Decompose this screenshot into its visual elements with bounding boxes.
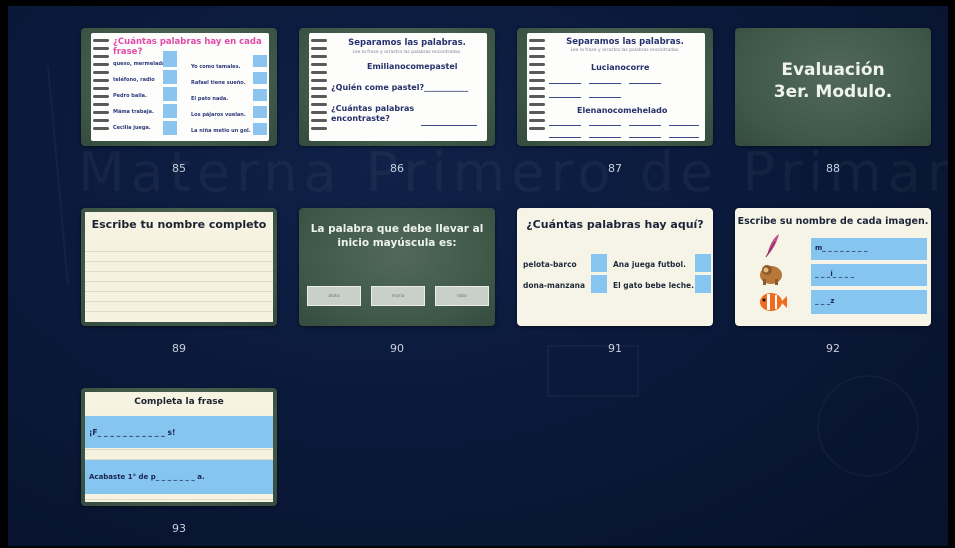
slide-93[interactable]: Completa la frase ¡F_ _ _ _ _ _ _ _ _ _ … bbox=[81, 388, 277, 506]
slide-title: Escribe tu nombre completo bbox=[91, 218, 267, 231]
slide-number: 85 bbox=[172, 162, 186, 175]
slide-heading: 3er. Modulo. bbox=[773, 82, 893, 102]
answer-box[interactable] bbox=[591, 254, 607, 272]
list-item: teléfono, radio bbox=[113, 77, 155, 83]
question: ¿Quién come pastel?___________ bbox=[331, 83, 469, 92]
option-maria[interactable]: maria bbox=[371, 286, 425, 306]
answer-box[interactable] bbox=[695, 254, 711, 272]
phrase: Lucianocorre bbox=[591, 63, 650, 72]
lined-paper: Escribe tu nombre completo bbox=[85, 212, 273, 322]
slide-86[interactable]: Separamos las palabras. Lee la frase y a… bbox=[299, 28, 495, 146]
slide-number: 88 bbox=[826, 162, 840, 175]
slide-title: ¿Cuántas palabras hay en cada frase? bbox=[113, 37, 262, 57]
answer-box bbox=[253, 72, 267, 84]
answer-box bbox=[253, 123, 267, 135]
monkey-icon bbox=[760, 265, 782, 285]
list-item: El gato bebe leche. bbox=[613, 281, 694, 290]
slide-89[interactable]: Escribe tu nombre completo bbox=[81, 208, 277, 326]
answer-box bbox=[163, 70, 177, 84]
slide-85[interactable]: ¿Cuántas palabras hay en cada frase? que… bbox=[81, 28, 277, 146]
list-item: Cecilia juega. bbox=[113, 125, 151, 131]
slide-title: Separamos las palabras. bbox=[566, 37, 684, 47]
slide-title: Completa la frase bbox=[134, 397, 224, 407]
feather-icon bbox=[765, 234, 779, 258]
answer-box[interactable] bbox=[695, 275, 711, 293]
option-lobo[interactable]: lobo bbox=[435, 286, 489, 306]
slide-title: Separamos las palabras. bbox=[348, 38, 466, 48]
list-item: pelota-barco bbox=[523, 260, 577, 269]
list-item: El pato nada. bbox=[191, 96, 229, 102]
slide-sorter-canvas: Materna Primero de Primaria ¿Cuántas pal… bbox=[8, 6, 948, 546]
list-item: queso, mermelada bbox=[113, 61, 166, 67]
blank-text: m_ _ _ _ _ _ _ _ bbox=[815, 244, 868, 252]
answer-line bbox=[421, 125, 477, 126]
list-item: Máma trabaja. bbox=[113, 109, 154, 115]
spiral-rings bbox=[529, 39, 547, 135]
slide-87[interactable]: Separamos las palabras. Lee la frase y a… bbox=[517, 28, 713, 146]
list-item: Pedro baila. bbox=[113, 93, 147, 99]
slide-title: Escribe su nombre de cada imagen. bbox=[737, 216, 929, 227]
list-item: dona-manzana bbox=[523, 281, 586, 290]
notebook-page: Separamos las palabras. Lee la frase y a… bbox=[309, 33, 487, 141]
answer-box bbox=[163, 51, 177, 67]
slide-subtitle: Lee la frase y arrastra las palabras enc… bbox=[352, 50, 462, 55]
slide-number: 92 bbox=[826, 342, 840, 355]
fish-icon bbox=[760, 293, 787, 311]
phrase: Elenanocomehelado bbox=[577, 106, 668, 115]
slide-number: 90 bbox=[390, 342, 404, 355]
list-item: Los pájaros vuelan. bbox=[191, 112, 246, 118]
answer-box bbox=[253, 106, 267, 118]
lined-paper: Completa la frase ¡F_ _ _ _ _ _ _ _ _ _ … bbox=[85, 392, 273, 502]
spiral-rings bbox=[93, 39, 111, 135]
answer-box bbox=[253, 89, 267, 101]
slide-88[interactable]: Evaluación 3er. Modulo. bbox=[735, 28, 931, 146]
slide-number: 86 bbox=[390, 162, 404, 175]
slide-number: 91 bbox=[608, 342, 622, 355]
slide-title: La palabra que debe llevar al inicio may… bbox=[310, 223, 484, 249]
slide-number: 93 bbox=[172, 522, 186, 535]
option-aloto[interactable]: aloto bbox=[307, 286, 361, 306]
writing-lines bbox=[85, 242, 273, 318]
blank-text: _ _ _z bbox=[815, 297, 835, 305]
slide-90[interactable]: La palabra que debe llevar al inicio may… bbox=[299, 208, 495, 326]
answer-box bbox=[163, 104, 177, 118]
list-item: Rafael tiene sueño. bbox=[191, 80, 246, 86]
slide-subtitle: Lee la frase y arrastra las palabras enc… bbox=[570, 48, 680, 53]
list-item: Ana juega futbol. bbox=[613, 260, 686, 269]
answer-box bbox=[253, 55, 267, 67]
phrase-line: ¡F_ _ _ _ _ _ _ _ _ _ _ s! bbox=[89, 428, 176, 437]
question: ¿Cuántas palabras encontraste? bbox=[331, 104, 415, 123]
phrase: Emilianocomepastel bbox=[367, 62, 458, 71]
slide-91[interactable]: ¿Cuántas palabras hay aquí? pelota-barco… bbox=[517, 208, 713, 326]
slide-heading: Evaluación bbox=[781, 60, 885, 80]
list-item: La niña metio un gol. bbox=[191, 128, 251, 134]
answer-box[interactable] bbox=[591, 275, 607, 293]
blank-text: _ _ _i_ _ _ _ bbox=[815, 270, 855, 278]
notebook-page: ¿Cuántas palabras hay en cada frase? que… bbox=[91, 33, 269, 141]
phrase-line: Acabaste 1° de p_ _ _ _ _ _ _ a. bbox=[89, 473, 205, 481]
list-item: Yo como tamales. bbox=[191, 64, 241, 70]
answer-box bbox=[163, 121, 177, 135]
slide-title: ¿Cuántas palabras hay aquí? bbox=[526, 218, 704, 231]
slide-number: 87 bbox=[608, 162, 622, 175]
notebook-page: Separamos las palabras. Lee la frase y a… bbox=[527, 33, 705, 141]
slide-number: 89 bbox=[172, 342, 186, 355]
answer-box bbox=[163, 87, 177, 101]
slide-92[interactable]: Escribe su nombre de cada imagen. m_ _ _… bbox=[735, 208, 931, 326]
